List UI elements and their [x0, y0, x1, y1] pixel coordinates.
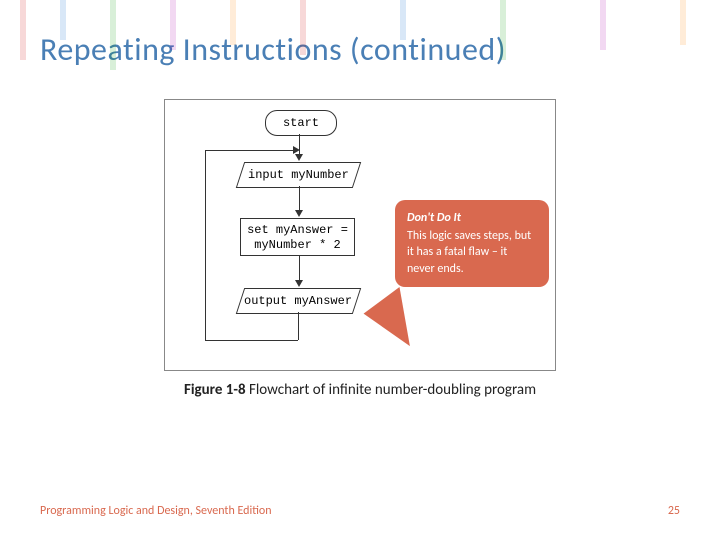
- arrow-down-icon: [295, 210, 303, 217]
- arrow-down-icon: [295, 154, 303, 161]
- callout-heading: Don't Do It: [407, 210, 537, 226]
- caption-label: Figure 1-8: [184, 381, 246, 399]
- loop-line: [205, 150, 206, 340]
- process-line2: myNumber * 2: [254, 238, 340, 252]
- loop-line: [205, 150, 298, 151]
- slide-title: Repeating Instructions (continued): [0, 0, 720, 79]
- arrow-down-icon: [295, 280, 303, 287]
- caption-text: Flowchart of infinite number-doubling pr…: [246, 381, 536, 399]
- figure-caption: Figure 1-8 Flowchart of infinite number-…: [0, 381, 720, 399]
- arrow-right-icon: [293, 146, 300, 154]
- page-number: 25: [668, 504, 680, 518]
- callout-pointer: [360, 287, 410, 353]
- warning-callout: Don't Do It This logic saves steps, but …: [395, 200, 549, 287]
- flow-arrow: [299, 256, 300, 282]
- flowchart-start: start: [265, 110, 337, 136]
- footer-text: Programming Logic and Design, Seventh Ed…: [40, 504, 272, 518]
- input-label: input myNumber: [248, 163, 349, 187]
- process-line1: set myAnswer =: [247, 223, 348, 237]
- flowchart-diagram: start input myNumber set myAnswer = myNu…: [164, 99, 556, 371]
- flowchart-output: output myAnswer: [236, 288, 361, 314]
- loop-line: [205, 340, 298, 341]
- output-label: output myAnswer: [244, 289, 352, 313]
- loop-line: [298, 312, 299, 340]
- flow-arrow: [299, 186, 300, 212]
- flowchart-process: set myAnswer = myNumber * 2: [240, 218, 355, 256]
- flowchart-input: input myNumber: [236, 162, 361, 188]
- callout-body: This logic saves steps, but it has a fat…: [407, 229, 531, 275]
